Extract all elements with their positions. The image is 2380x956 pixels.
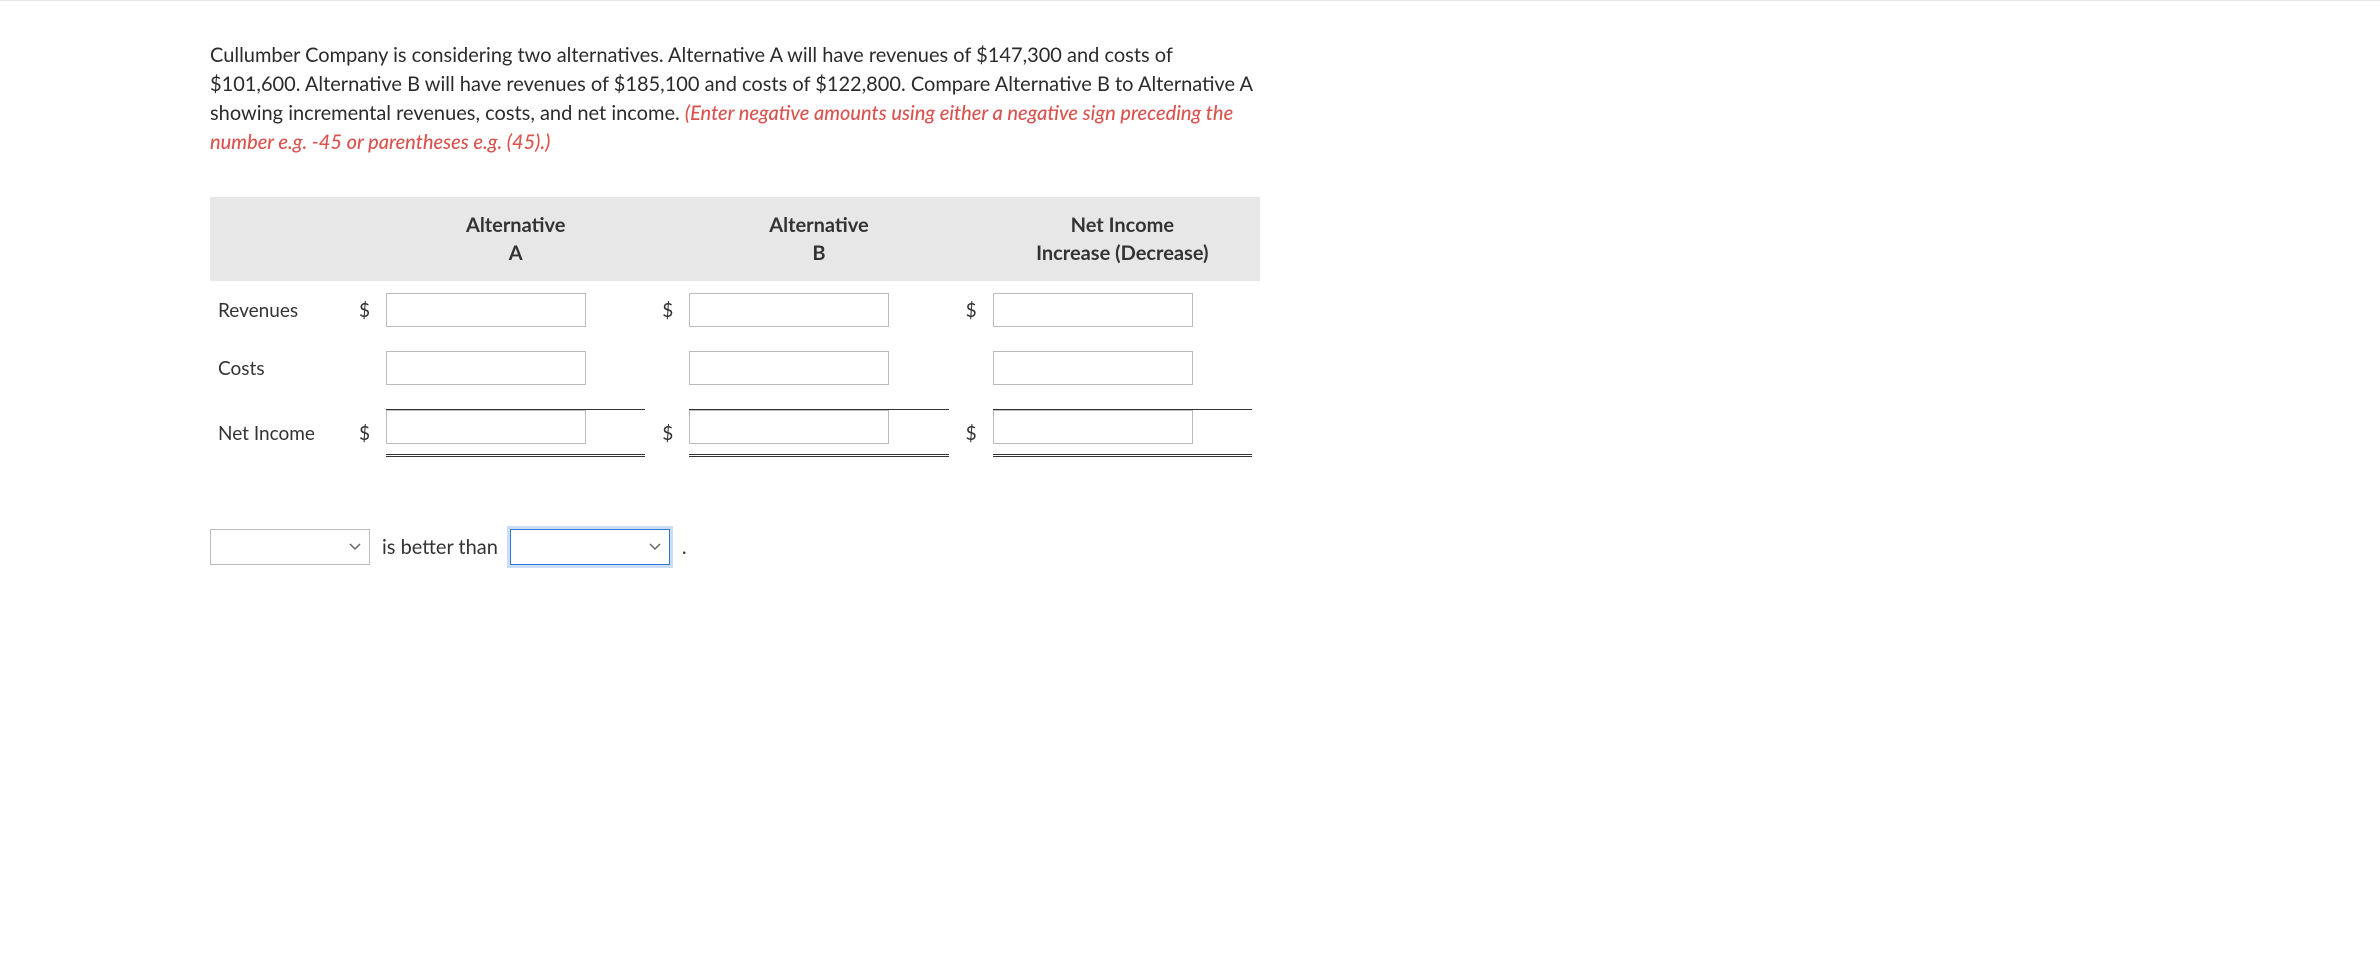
currency-net-a: $ <box>350 397 378 469</box>
sentence-period: . <box>682 535 687 559</box>
input-costs-b[interactable] <box>689 351 889 385</box>
header-spacer-b <box>653 197 681 281</box>
header-alt-b-label: Alternative B <box>769 213 868 265</box>
row-revenues-label: Revenues <box>210 281 350 339</box>
input-net-a[interactable] <box>386 410 586 444</box>
currency-net-c: $ <box>957 397 985 469</box>
row-costs: Costs <box>210 339 1260 397</box>
currency-costs-c <box>957 339 985 397</box>
question-text: Cullumber Company is considering two alt… <box>210 41 1260 157</box>
incremental-table: Alternative A Alternative B Net Income I… <box>210 197 1260 469</box>
header-net: Net Income Increase (Decrease) <box>985 197 1260 281</box>
input-net-b[interactable] <box>689 410 889 444</box>
header-blank <box>210 197 350 281</box>
question-content: Cullumber Company is considering two alt… <box>210 41 1260 565</box>
currency-net-b: $ <box>653 397 681 469</box>
currency-rev-a: $ <box>350 281 378 339</box>
row-net-label: Net Income <box>210 397 350 469</box>
currency-rev-b: $ <box>653 281 681 339</box>
question-page: Cullumber Company is considering two alt… <box>0 0 2380 625</box>
row-revenues: Revenues $ $ $ <box>210 281 1260 339</box>
currency-rev-c: $ <box>957 281 985 339</box>
currency-costs-a <box>350 339 378 397</box>
input-costs-c[interactable] <box>993 351 1193 385</box>
input-costs-a[interactable] <box>386 351 586 385</box>
input-revenues-b[interactable] <box>689 293 889 327</box>
input-net-c[interactable] <box>993 410 1193 444</box>
select-better-right[interactable] <box>510 529 670 565</box>
input-revenues-c[interactable] <box>993 293 1193 327</box>
currency-costs-b <box>653 339 681 397</box>
header-alt-b: Alternative B <box>681 197 956 281</box>
header-alt-a: Alternative A <box>378 197 653 281</box>
header-spacer-c <box>957 197 985 281</box>
header-alt-a-label: Alternative A <box>466 213 565 265</box>
select-better-left[interactable] <box>210 529 370 565</box>
conclusion-sentence: is better than . <box>210 529 1260 565</box>
header-spacer-a <box>350 197 378 281</box>
header-net-label: Net Income Increase (Decrease) <box>1036 213 1208 265</box>
sentence-middle: is better than <box>382 535 498 559</box>
row-costs-label: Costs <box>210 339 350 397</box>
input-revenues-a[interactable] <box>386 293 586 327</box>
row-netincome: Net Income $ $ $ <box>210 397 1260 469</box>
